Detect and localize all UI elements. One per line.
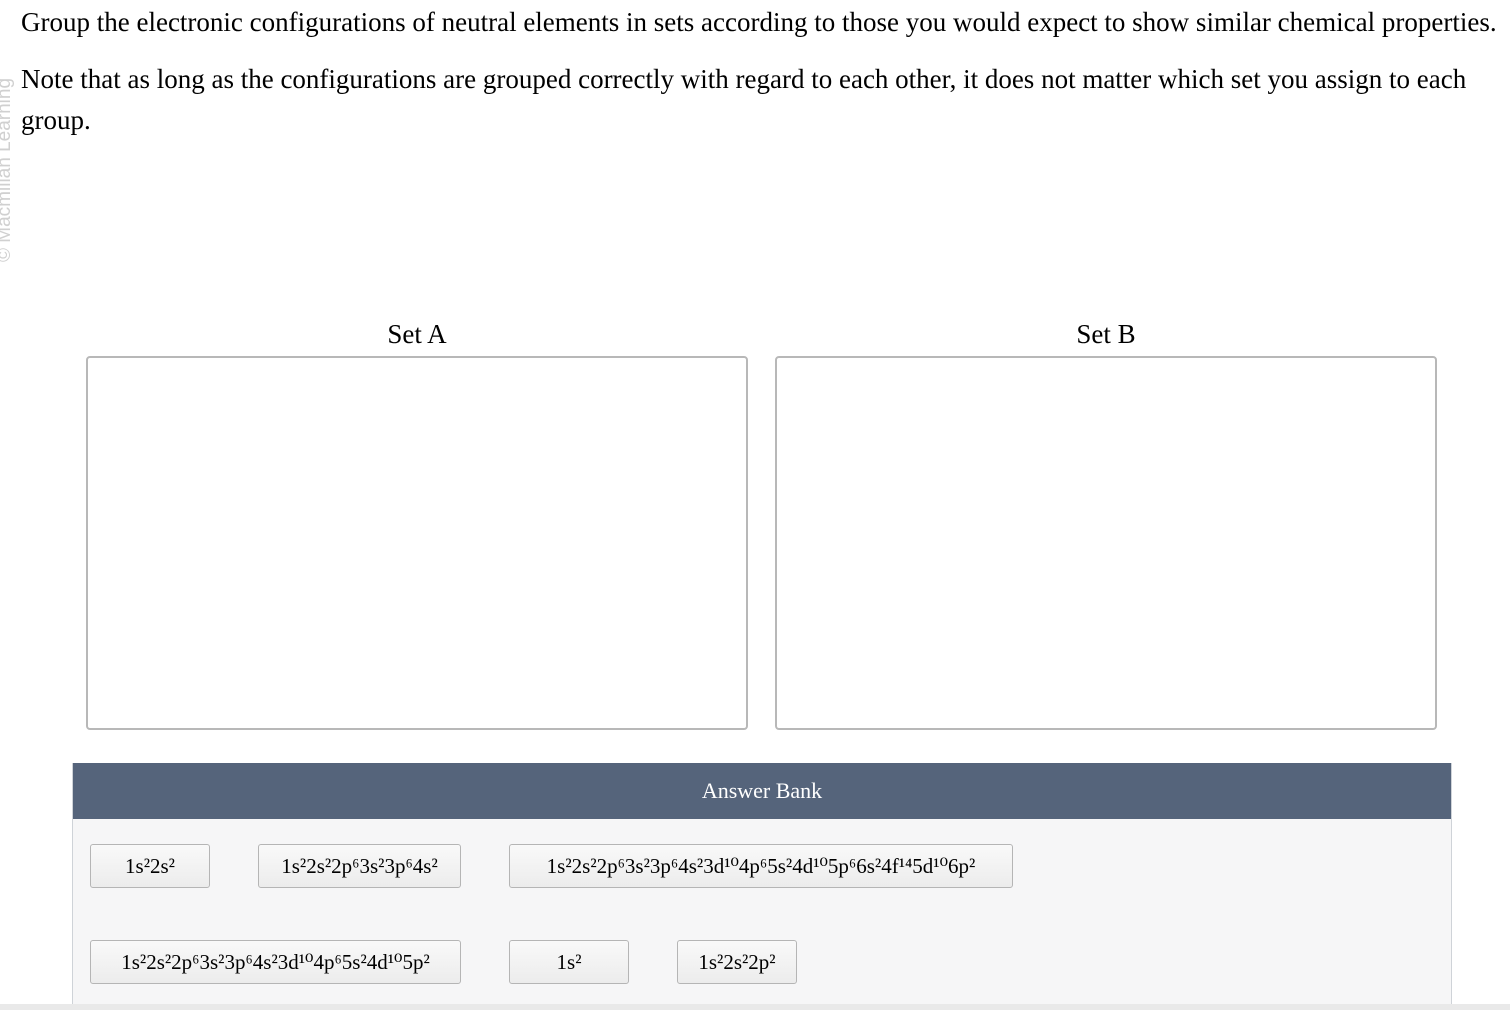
instructions: Group the electronic configurations of n… <box>21 2 1509 157</box>
set-b-drop-zone[interactable] <box>775 356 1437 730</box>
answer-chip[interactable]: 1s²2s² <box>90 844 210 888</box>
set-a-drop-zone[interactable] <box>86 356 748 730</box>
instruction-note: Note that as long as the configurations … <box>21 64 1467 135</box>
answer-chip[interactable]: 1s²2s²2p⁶3s²3p⁶4s²3d¹⁰4p⁶5s²4d¹⁰5p⁶6s²4f… <box>509 844 1013 888</box>
copyright-watermark: © Macmillan Learning <box>0 0 14 262</box>
instruction-text: Group the electronic configurations of n… <box>21 7 1497 37</box>
answer-bank-header: Answer Bank <box>73 763 1451 819</box>
answer-chip[interactable]: 1s²2s²2p² <box>677 940 797 984</box>
answer-chip[interactable]: 1s²2s²2p⁶3s²3p⁶4s²3d¹⁰4p⁶5s²4d¹⁰5p² <box>90 940 461 984</box>
watermark-text: © Macmillan Learning <box>0 77 14 262</box>
set-b-title: Set B <box>1076 319 1136 349</box>
answer-chip[interactable]: 1s²2s²2p⁶3s²3p⁶4s² <box>258 844 461 888</box>
bottom-divider <box>0 1004 1510 1010</box>
answer-bank: Answer Bank 1s²2s² 1s²2s²2p⁶3s²3p⁶4s² 1s… <box>72 763 1452 1006</box>
answer-chip[interactable]: 1s² <box>509 940 629 984</box>
set-a-title: Set A <box>387 319 447 349</box>
